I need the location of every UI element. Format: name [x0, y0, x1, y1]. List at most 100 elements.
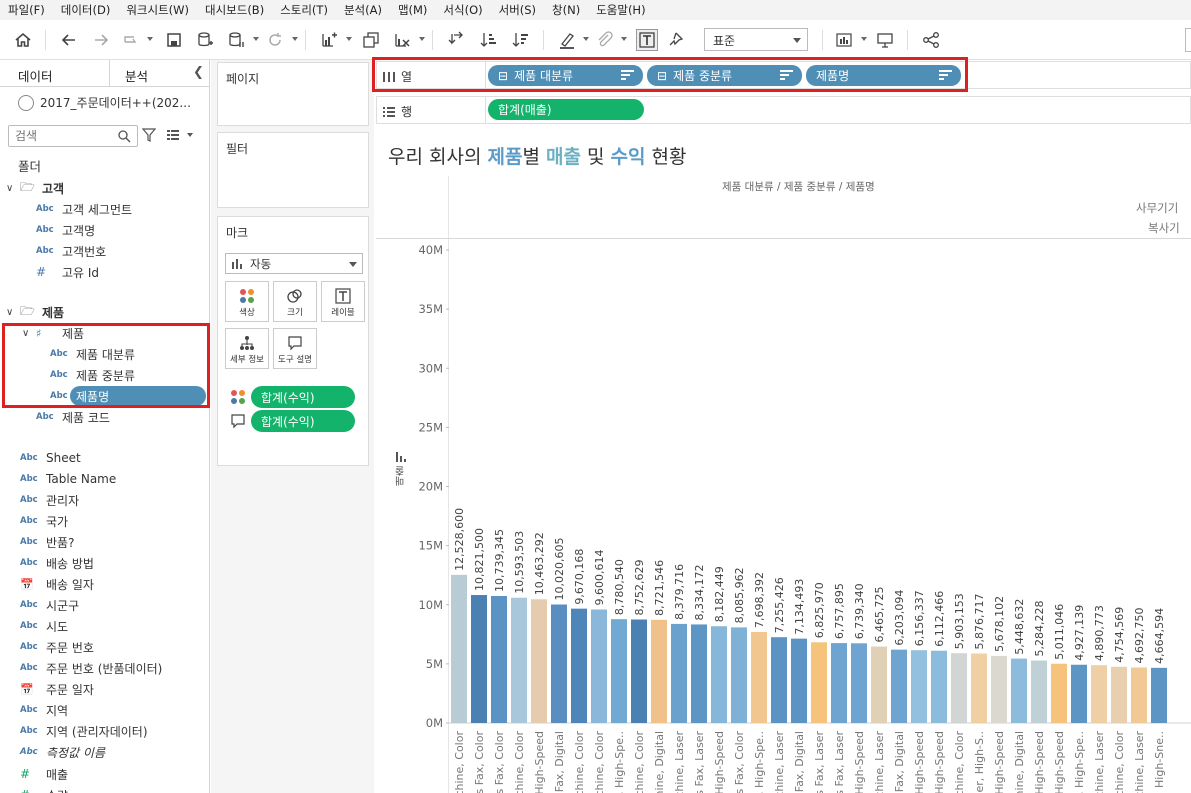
field-province[interactable]: Abc 시도: [20, 616, 68, 636]
swap-rows-columns-icon[interactable]: [446, 29, 468, 51]
menu-data[interactable]: 데이터(D): [61, 2, 111, 18]
field-order-date[interactable]: 📅 주문 일자: [20, 679, 94, 699]
field-sheet[interactable]: Abc Sheet: [20, 448, 81, 468]
size-button[interactable]: 크기: [273, 281, 317, 322]
field-customer-name[interactable]: Abc 고객명: [36, 220, 95, 240]
field-label: 배송 일자: [46, 577, 94, 592]
row-pill-sales[interactable]: 합계(매출): [488, 99, 644, 120]
label-button-label: 레이블: [331, 307, 355, 318]
field-manager[interactable]: Abc 관리자: [20, 490, 79, 510]
home-icon[interactable]: [12, 29, 34, 51]
filter-icon[interactable]: [142, 128, 156, 142]
bar-data-label: 5,448,632: [1013, 599, 1026, 655]
menu-worksheet[interactable]: 워크시트(W): [126, 2, 189, 18]
x-tick-label: s Fax, Laser: [693, 731, 706, 793]
bar: [1031, 660, 1047, 723]
replay-icon[interactable]: [120, 29, 142, 51]
y-tick-label: 40M: [418, 243, 443, 257]
sort-ascending-icon[interactable]: [478, 29, 500, 51]
duplicate-sheet-icon[interactable]: [360, 29, 382, 51]
fix-axes-icon[interactable]: [666, 29, 688, 51]
datasource-item[interactable]: 2017_주문데이터++(202...: [18, 94, 191, 111]
viz-area: 우리 회사의 제품별 매출 및 수익 현황 제품 대분류 / 제품 중분류 / …: [376, 128, 1191, 793]
group-members-icon[interactable]: [594, 29, 616, 51]
collapse-pane-icon[interactable]: ❮: [193, 65, 204, 80]
field-returned[interactable]: Abc 반품?: [20, 532, 74, 552]
search-input[interactable]: [9, 126, 114, 146]
menu-map[interactable]: 맵(M): [398, 2, 427, 18]
field-order-id-returns[interactable]: Abc 주문 번호 (반품데이터): [20, 658, 162, 678]
add-datasource-icon[interactable]: [194, 29, 216, 51]
field-customer-segment[interactable]: Abc 고객 세그먼트: [36, 199, 132, 219]
folder-product-label: 제품: [42, 305, 65, 320]
tooltip-encoding-pill[interactable]: 합계(수익): [251, 410, 355, 432]
menu-story[interactable]: 스토리(T): [280, 2, 328, 18]
bar-data-label: 10,463,292: [533, 532, 546, 595]
fit-select[interactable]: 표준: [704, 28, 808, 51]
mark-type-select[interactable]: 자동: [225, 253, 363, 274]
bar-data-label: 7,255,426: [773, 577, 786, 633]
undo-icon[interactable]: [58, 29, 80, 51]
clear-sheet-icon[interactable]: [391, 29, 413, 51]
x-tick-label: chine, Color: [593, 731, 606, 793]
highlight-icon[interactable]: [556, 29, 578, 51]
tab-analysis[interactable]: 분석: [125, 66, 148, 85]
field-city[interactable]: Abc 시군구: [20, 595, 79, 615]
show-mark-labels-icon[interactable]: [636, 29, 658, 51]
string-type-icon: Abc: [20, 600, 38, 610]
presentation-mode-icon[interactable]: [874, 29, 896, 51]
field-table-name[interactable]: Abc Table Name: [20, 469, 116, 489]
field-unique-id[interactable]: # 고유 Id: [36, 262, 99, 282]
menu-format[interactable]: 서식(O): [443, 2, 482, 18]
menu-analysis[interactable]: 분석(A): [344, 2, 382, 18]
bar: [1111, 666, 1127, 723]
chevron-down-icon: ∨: [6, 182, 14, 194]
redo-icon[interactable]: [90, 29, 112, 51]
color-button[interactable]: 색상: [225, 281, 269, 322]
rows-shelf[interactable]: 행 합계(매출): [376, 96, 1191, 124]
folder-product[interactable]: ∨ 🗁 제품: [6, 302, 64, 322]
tooltip-button[interactable]: 도구 설명: [273, 328, 317, 369]
color-encoding-pill[interactable]: 합계(수익): [251, 386, 355, 408]
field-customer-number[interactable]: Abc 고객번호: [36, 241, 106, 261]
field-ship-mode[interactable]: Abc 배송 방법: [20, 553, 94, 573]
x-tick-label: chine, Color: [513, 731, 526, 793]
x-tick-label: chine, Color: [633, 731, 646, 793]
string-type-icon: Abc: [20, 474, 38, 484]
field-product-code[interactable]: Abc 제품 코드: [36, 407, 110, 427]
search-box[interactable]: [8, 125, 138, 147]
field-region-manager[interactable]: Abc 지역 (관리자데이터): [20, 721, 148, 741]
detail-button[interactable]: 세부 정보: [225, 328, 269, 369]
save-icon[interactable]: [163, 29, 185, 51]
filters-card[interactable]: 필터: [217, 132, 369, 208]
folder-customer[interactable]: ∨ 🗁 고객: [6, 178, 64, 198]
search-box-edge[interactable]: [1185, 28, 1191, 52]
label-icon: [335, 287, 351, 304]
field-quantity[interactable]: #수량: [20, 785, 68, 793]
show-me-icon[interactable]: [834, 29, 856, 51]
menu-dashboard[interactable]: 대시보드(B): [205, 2, 264, 18]
tab-data[interactable]: 데이터: [18, 66, 53, 85]
string-type-icon: Abc: [20, 642, 38, 652]
field-order-id[interactable]: Abc 주문 번호: [20, 637, 94, 657]
sort-descending-icon[interactable]: [510, 29, 532, 51]
x-tick-label: s Fax, Color: [733, 731, 746, 793]
menu-help[interactable]: 도움말(H): [596, 2, 645, 18]
rows-icon: [383, 106, 395, 117]
pause-datasource-icon[interactable]: [225, 29, 247, 51]
pages-card[interactable]: 페이지: [217, 62, 369, 126]
label-button[interactable]: 레이블: [321, 281, 365, 322]
bar-data-label: 8,752,629: [633, 560, 646, 616]
menu-server[interactable]: 서버(S): [499, 2, 536, 18]
field-measure-names[interactable]: Abc 측정값 이름: [20, 742, 105, 762]
share-icon[interactable]: [920, 29, 942, 51]
new-worksheet-icon[interactable]: [318, 29, 340, 51]
field-country[interactable]: Abc 국가: [20, 511, 68, 531]
refresh-icon[interactable]: [264, 29, 286, 51]
menu-file[interactable]: 파일(F): [8, 2, 45, 18]
menu-window[interactable]: 창(N): [552, 2, 580, 18]
field-ship-date[interactable]: 📅 배송 일자: [20, 574, 94, 594]
field-region[interactable]: Abc 지역: [20, 700, 68, 720]
field-sales[interactable]: # 매출: [20, 764, 68, 784]
view-options-icon[interactable]: [166, 129, 196, 141]
